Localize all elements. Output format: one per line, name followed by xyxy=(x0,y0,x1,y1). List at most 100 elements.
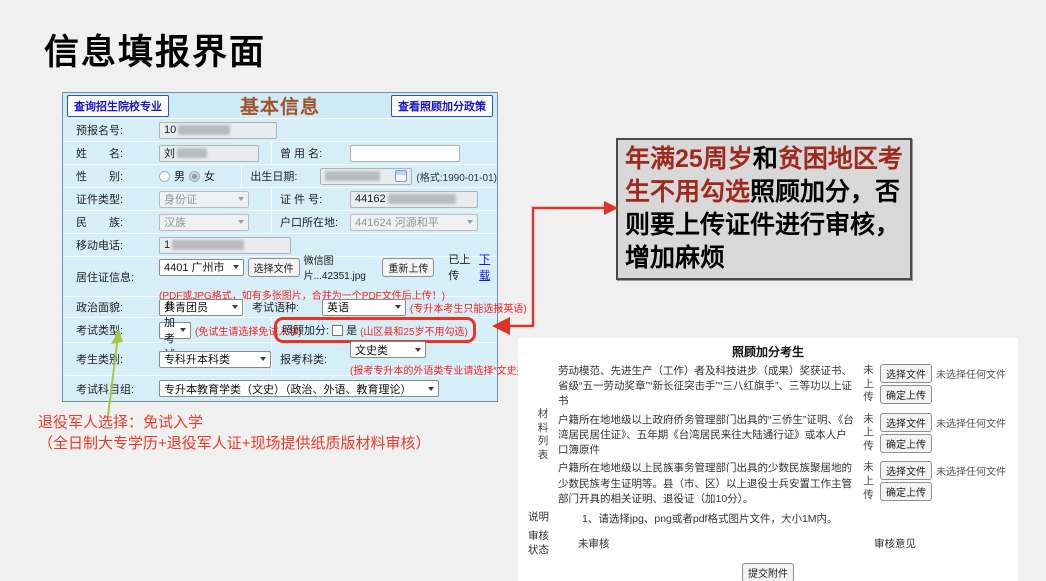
review-status-value: 未审核 xyxy=(578,536,610,551)
household-value: 441624 河源和平 xyxy=(355,214,439,230)
former-name-label: 曾 用 名: xyxy=(272,145,350,161)
redacted-value xyxy=(172,240,244,250)
ethnicity-select[interactable]: 汉族 xyxy=(159,214,249,231)
residence-reupload-button[interactable]: 重新上传 xyxy=(382,258,434,277)
name-label: 姓 名: xyxy=(63,145,159,161)
candidate-category-select[interactable]: 专科升本科类 xyxy=(159,351,271,368)
screen: 信息填报界面 查询招生院校专业 基本信息 查看照顾加分政策 预报名号: 10 姓… xyxy=(0,0,1046,581)
subject-group-select[interactable]: 专升本教育学类（文史）（政治、外语、教育理论） xyxy=(159,380,439,397)
row-id: 证件类型: 身份证 证 件 号: 44162 xyxy=(63,188,497,211)
residence-region-select[interactable]: 4401 广州市 xyxy=(159,259,244,276)
bonus-checkbox[interactable] xyxy=(332,325,343,336)
row-political-language: 政治面貌: 共青团员 考试语种: 英语 (专升本考生只能选报英语) xyxy=(63,297,497,318)
gender-male-text: 男 xyxy=(174,168,185,184)
calendar-icon[interactable] xyxy=(395,170,407,182)
veteran-note-line1: 退役军人选择：免试入学 xyxy=(38,412,431,433)
subject-category-note: (报考专升本的外语类专业请选择“文史类”) xyxy=(350,362,533,377)
basic-info-form: 查询招生院校专业 基本信息 查看照顾加分政策 预报名号: 10 姓 名: 刘 xyxy=(62,92,498,402)
upload-status-label: 未上传 xyxy=(862,461,875,502)
choose-file-button[interactable]: 选择文件 xyxy=(880,461,932,480)
confirm-upload-button[interactable]: 确定上传 xyxy=(880,434,932,453)
exam-type-select[interactable]: 参加考试 xyxy=(159,322,191,339)
subject-category-label: 报考科类: xyxy=(272,351,350,367)
political-label: 政治面貌: xyxy=(63,299,159,315)
panel-title: 照顾加分考生 xyxy=(528,343,1008,360)
former-name-input[interactable] xyxy=(350,145,460,162)
household-label: 户口所在地: xyxy=(272,214,350,230)
page-title: 信息填报界面 xyxy=(44,24,266,75)
row-exam-type-bonus: 考试类型: 参加考试 (免试生请选择免试入学) 照顾加分: 是 (山区县和25岁… xyxy=(63,318,497,343)
chevron-down-icon xyxy=(232,305,238,309)
chevron-down-icon xyxy=(233,265,239,269)
exam-language-value: 英语 xyxy=(327,299,349,315)
ethnicity-label: 民 族: xyxy=(63,214,159,230)
gender-label: 性 别: xyxy=(63,168,159,184)
submit-attachments-button[interactable]: 提交附件 xyxy=(742,563,794,581)
chevron-down-icon xyxy=(180,328,186,332)
redacted-value xyxy=(325,171,380,181)
subject-group-label: 考试科目组: xyxy=(63,381,159,397)
birth-date-input[interactable] xyxy=(320,168,412,185)
ethnicity-value: 汉族 xyxy=(164,214,186,230)
exam-language-select[interactable]: 英语 xyxy=(322,299,406,316)
exam-language-note: (专升本考生只能选报英语) xyxy=(410,300,527,315)
subject-group-value: 专升本教育学类（文史）（政治、外语、教育理论） xyxy=(164,381,412,397)
pre-reg-no-label: 预报名号: xyxy=(63,122,159,138)
row-category: 考生类别: 专科升本科类 报考科类: 文史类 xyxy=(63,343,497,376)
candidate-category-label: 考生类别: xyxy=(63,351,159,367)
pre-reg-no-input[interactable]: 10 xyxy=(159,122,277,139)
material-item-1: 劳动模范、先进生产（工作）者及科技进步（成果）奖获证书、省级“五一劳动奖章”“新… xyxy=(558,364,1008,410)
id-type-select[interactable]: 身份证 xyxy=(159,191,249,208)
residence-choose-file-button[interactable]: 选择文件 xyxy=(248,258,300,277)
id-number-input[interactable]: 44162 xyxy=(350,191,478,208)
household-select[interactable]: 441624 河源和平 xyxy=(350,214,478,231)
residence-download-link[interactable]: 下载 xyxy=(479,251,497,283)
row-gender-birth: 性 别: 男 女 出生日期: (格式:199 xyxy=(63,165,497,188)
id-number-value: 44162 xyxy=(355,193,386,205)
redacted-value xyxy=(388,194,456,204)
material-item-2: 户籍所在地地级以上政府侨务管理部门出具的“三侨生”证明、《台湾居民居住证》、五年… xyxy=(558,413,1008,459)
callout-black-text: 和 xyxy=(753,145,778,173)
no-file-text: 未选择任何文件 xyxy=(936,366,1006,381)
row-residence: 居住证信息: 4401 广州市 选择文件 微信图片...42351.jpg 重新… xyxy=(63,257,497,297)
birth-date-format-note: (格式:1990-01-01) xyxy=(416,169,497,184)
subject-category-select[interactable]: 文史类 xyxy=(350,341,426,358)
chevron-down-icon xyxy=(415,348,421,352)
redacted-value xyxy=(177,148,207,158)
confirm-upload-button[interactable]: 确定上传 xyxy=(880,385,932,404)
upload-status-label: 未上传 xyxy=(862,364,875,405)
bonus-checkbox-text: 是 xyxy=(346,322,357,338)
birth-date-label: 出生日期: xyxy=(242,168,320,184)
bonus-note: (山区县和25岁不用勾选) xyxy=(360,323,468,338)
row-pre-reg-no: 预报名号: 10 xyxy=(63,119,497,142)
note-text: 1、请选择jpg、png或者pdf格式图片文件，大小1M内。 xyxy=(582,511,838,526)
form-title: 基本信息 xyxy=(169,92,391,119)
material-item-3: 户籍所在地地级以上民族事务管理部门出具的少数民族聚居地的少数民族考生证明等。县（… xyxy=(558,461,1008,507)
material-list-label: 材料列表 xyxy=(537,408,550,463)
chevron-down-icon xyxy=(238,220,244,224)
query-colleges-button[interactable]: 查询招生院校专业 xyxy=(67,95,169,117)
pre-reg-no-value: 10 xyxy=(164,124,176,136)
id-type-value: 身份证 xyxy=(164,191,197,207)
mobile-label: 移动电话: xyxy=(63,237,159,253)
id-number-label: 证 件 号: xyxy=(272,191,350,207)
chevron-down-icon xyxy=(395,305,401,309)
material-item-text: 劳动模范、先进生产（工作）者及科技进步（成果）奖获证书、省级“五一劳动奖章”“新… xyxy=(558,364,857,410)
bonus-materials-panel: 照顾加分考生 材料列表 劳动模范、先进生产（工作）者及科技进步（成果）奖获证书、… xyxy=(518,338,1018,581)
choose-file-button[interactable]: 选择文件 xyxy=(880,364,932,383)
name-input[interactable]: 刘 xyxy=(159,145,259,162)
bonus-label: 照顾加分: xyxy=(282,322,329,338)
exam-type-label: 考试类型: xyxy=(63,322,159,338)
chevron-down-icon xyxy=(467,220,473,224)
exam-language-label: 考试语种: xyxy=(244,299,322,315)
view-bonus-policy-button[interactable]: 查看照顾加分政策 xyxy=(391,95,493,117)
confirm-upload-button[interactable]: 确定上传 xyxy=(880,482,932,501)
gender-male-radio[interactable] xyxy=(159,171,170,182)
bonus-highlight-box: 照顾加分: 是 (山区县和25岁不用勾选) xyxy=(274,317,476,343)
row-ethnicity-household: 民 族: 汉族 户口所在地: 441624 河源和平 xyxy=(63,211,497,234)
veteran-note-line2: （全日制大专学历+退役军人证+现场提供纸质版材料审核） xyxy=(38,433,431,454)
gender-female-radio[interactable] xyxy=(189,171,200,182)
callout-red-text: 年满25周岁 xyxy=(625,145,753,173)
form-header: 查询招生院校专业 基本信息 查看照顾加分政策 xyxy=(63,93,497,119)
choose-file-button[interactable]: 选择文件 xyxy=(880,413,932,432)
